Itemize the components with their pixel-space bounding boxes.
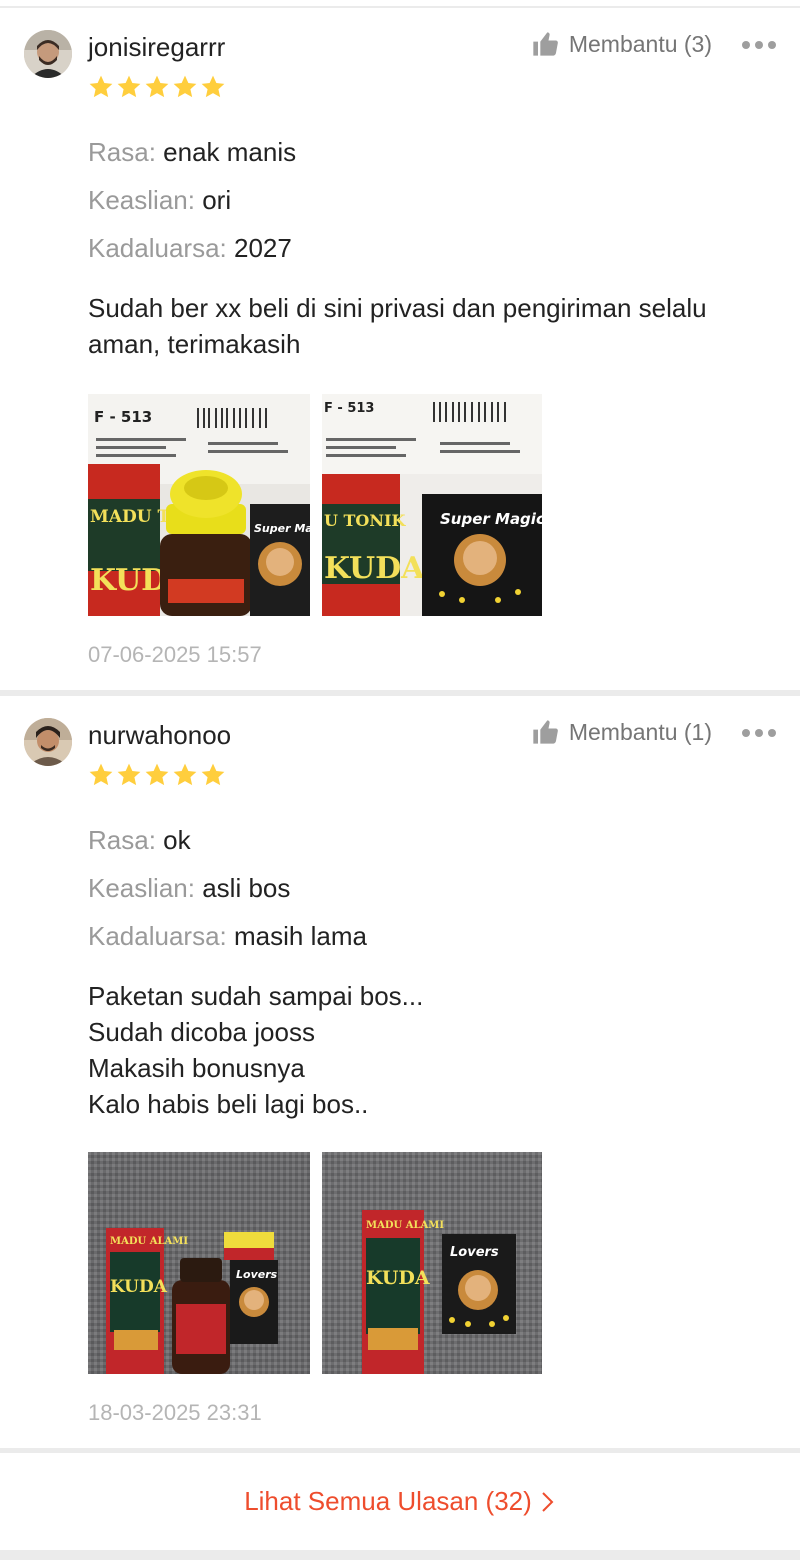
attribute-value: ok <box>163 825 191 855</box>
photo-label: KUDA <box>110 1277 168 1297</box>
star-icon <box>117 75 141 98</box>
attribute-expiry: Kadaluarsa: 2027 <box>88 232 292 264</box>
star-icon <box>173 763 197 786</box>
attribute-key: Keaslian: <box>88 185 195 215</box>
attribute-value: enak manis <box>163 137 297 167</box>
attribute-value: asli bos <box>202 873 291 903</box>
svg-text:Lovers: Lovers <box>450 1245 499 1260</box>
review-timestamp: 07-06-2025 15:57 <box>88 642 262 667</box>
photo-label: MADU ALAMI <box>110 1236 188 1247</box>
review-photo[interactable]: MADU ALAMI KUDA Lovers <box>88 1152 310 1374</box>
see-all-reviews-link[interactable]: Lihat Semua Ulasan (32) <box>0 1453 800 1550</box>
helpful-button[interactable]: Membantu (1) <box>531 718 712 746</box>
svg-text:F - 513: F - 513 <box>324 401 374 416</box>
attribute-expiry: Kadaluarsa: masih lama <box>88 920 367 952</box>
star-icon <box>89 75 113 98</box>
star-rating <box>88 74 226 102</box>
bottom-separator <box>0 1550 800 1560</box>
helpful-button[interactable]: Membantu (3) <box>531 30 712 58</box>
star-icon <box>145 75 169 98</box>
attribute-authenticity: Keaslian: ori <box>88 184 231 216</box>
svg-text:Super Magic: Super Magic <box>440 510 542 528</box>
review-comment: Paketan sudah sampai bos... Sudah dicoba… <box>88 981 424 1119</box>
username: nurwahonoo <box>88 720 232 750</box>
thumbs-up-icon <box>533 32 558 56</box>
star-icon <box>145 763 169 786</box>
username: jonisiregarrr <box>88 32 226 62</box>
svg-text:U TONIK: U TONIK <box>324 511 406 530</box>
attribute-key: Keaslian: <box>88 873 195 903</box>
more-options-icon[interactable] <box>742 41 776 51</box>
svg-text:KUDA: KUDA <box>324 551 425 586</box>
review-item: jonisiregarrr Membantu (3) Rasa: enak ma… <box>0 8 800 692</box>
review-timestamp: 18-03-2025 23:31 <box>88 1400 262 1425</box>
star-icon <box>173 75 197 98</box>
star-icon <box>201 75 225 98</box>
attribute-key: Kadaluarsa: <box>88 921 227 951</box>
avatar[interactable] <box>24 718 72 766</box>
attribute-authenticity: Keaslian: asli bos <box>88 872 290 904</box>
review-photo[interactable]: F - 513 MADU TONIK KUDA Super Magic <box>88 394 310 616</box>
svg-text:KUDA: KUDA <box>366 1267 430 1289</box>
see-all-label: Lihat Semua Ulasan (32) <box>244 1486 532 1516</box>
attribute-value: ori <box>202 185 232 215</box>
review-comment: Sudah ber xx beli di sini privasi dan pe… <box>88 293 707 359</box>
top-divider <box>0 0 800 8</box>
review-photo[interactable]: MADU ALAMI KUDA Lovers <box>322 1152 542 1374</box>
avatar[interactable] <box>24 30 72 78</box>
photo-label: F - 513 <box>94 408 152 426</box>
star-icon <box>117 763 141 786</box>
attribute-taste: Rasa: enak manis <box>88 136 296 168</box>
attribute-value: masih lama <box>234 921 367 951</box>
attribute-key: Rasa: <box>88 825 156 855</box>
more-options-icon[interactable] <box>742 729 776 739</box>
attribute-value: 2027 <box>234 233 292 263</box>
review-photo[interactable]: F - 513 U TONIK KUDA Super Magic <box>322 394 542 616</box>
photo-label: Super Magic <box>254 522 310 535</box>
attribute-key: Kadaluarsa: <box>88 233 227 263</box>
star-icon <box>201 763 225 786</box>
helpful-label: Membantu (3) <box>568 30 712 57</box>
helpful-label: Membantu (1) <box>568 718 712 745</box>
thumbs-up-icon <box>533 720 558 744</box>
star-icon <box>89 763 113 786</box>
photo-label: Lovers <box>236 1268 278 1281</box>
star-rating <box>88 762 226 790</box>
attribute-taste: Rasa: ok <box>88 824 191 856</box>
attribute-key: Rasa: <box>88 137 156 167</box>
chevron-right-icon <box>542 1491 554 1512</box>
review-item: nurwahonoo Membantu (1) Rasa: ok Keaslia… <box>0 696 800 1450</box>
svg-text:MADU ALAMI: MADU ALAMI <box>366 1220 444 1231</box>
